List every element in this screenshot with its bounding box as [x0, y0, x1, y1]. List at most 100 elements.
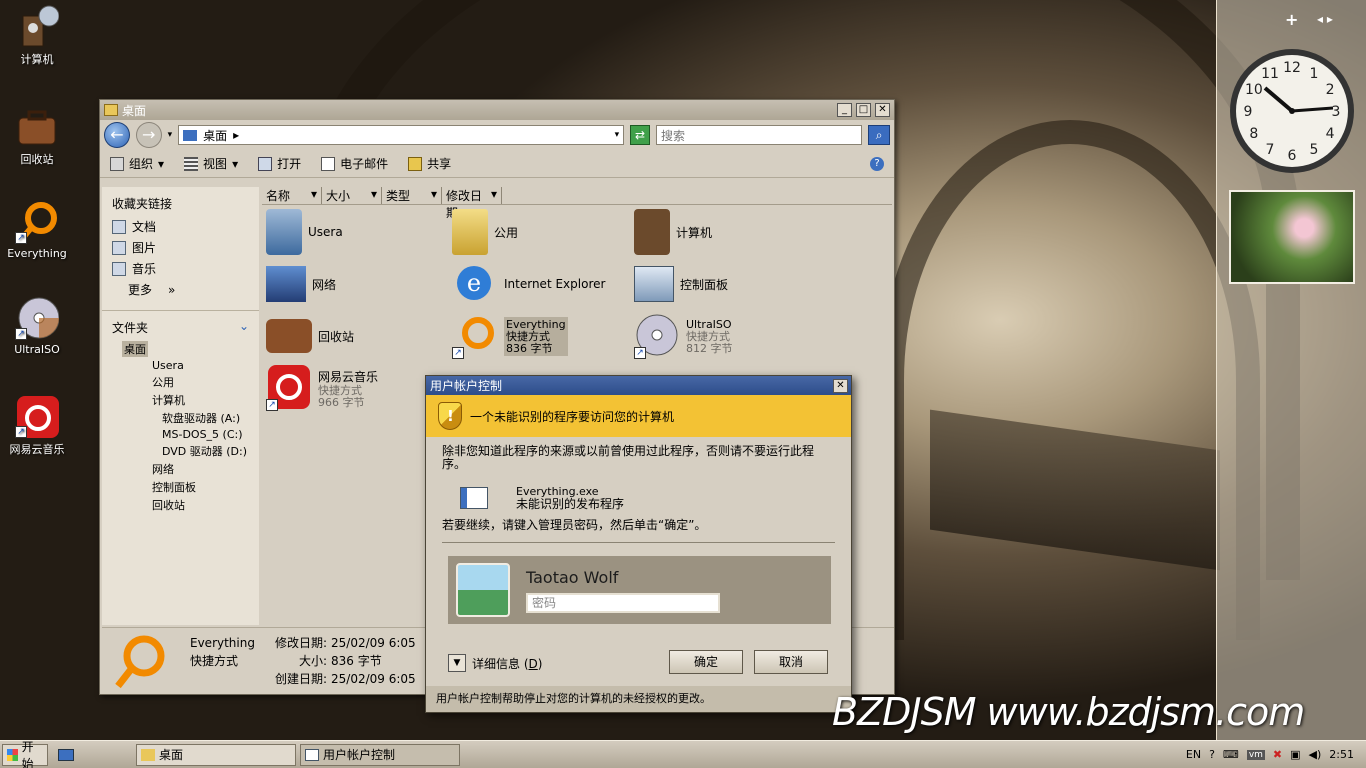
folders-header[interactable]: 文件夹 ⌄ [102, 310, 259, 340]
clock-numeral: 2 [1326, 82, 1335, 98]
security-icon[interactable]: ✖ [1273, 748, 1282, 761]
email-icon [321, 156, 336, 171]
uac-dialog[interactable]: 用户帐户控制 ✕ 一个未能识别的程序要访问您的计算机 除非您知道此程序的来源或以… [425, 375, 852, 713]
column-name[interactable]: 名称 ▾ [262, 187, 322, 204]
ok-button[interactable]: 确定 [669, 650, 743, 674]
volume-icon[interactable]: ◀) [1309, 748, 1322, 761]
network-icon [266, 266, 306, 302]
title-bar[interactable]: 桌面 _ □ ✕ [100, 100, 894, 120]
photo-gadget[interactable] [1229, 190, 1355, 284]
views-icon [184, 156, 199, 171]
column-size[interactable]: 大小 ▾ [322, 187, 382, 204]
folder-icon [141, 748, 155, 761]
desktop-icon-computer[interactable]: 计算机 [0, 4, 74, 67]
favorite-documents[interactable]: 文档 [102, 216, 259, 237]
uac-body: 除非您知道此程序的来源或以前曾使用过此程序，否则请不要运行此程序。 Everyt… [426, 437, 851, 551]
folder-tree: 桌面 Usera 公用 计算机 软盘驱动器 (A:) MS-DOS_5 (C:)… [102, 340, 259, 514]
minimize-button[interactable]: _ [837, 103, 852, 117]
views-button[interactable]: 视图 ▾ [184, 155, 238, 172]
network-icon[interactable]: ▣ [1290, 748, 1300, 761]
file-item-recycle-bin[interactable]: 回收站 [266, 312, 446, 360]
avatar [456, 563, 510, 617]
tree-item[interactable]: 控制面板 [102, 478, 259, 496]
open-button[interactable]: 打开 [258, 155, 301, 172]
maximize-button[interactable]: □ [856, 103, 871, 117]
clock-numeral: 11 [1261, 66, 1279, 82]
shield-warning-icon [438, 402, 462, 430]
language-indicator[interactable]: EN [1186, 748, 1201, 761]
shortcut-arrow-icon: ↗ [634, 347, 646, 359]
details-toggle[interactable]: ▼ 详细信息 (D) [448, 654, 542, 672]
desktop-icon-recycle-bin[interactable]: 回收站 [0, 104, 74, 167]
back-button[interactable]: ← [104, 122, 130, 148]
show-desktop-icon[interactable] [58, 748, 74, 761]
chevron-down-icon[interactable]: ▾ [615, 130, 620, 140]
file-item-ultraiso[interactable]: ↗ UltraISO 快捷方式 812 字节 [634, 312, 814, 360]
forward-button[interactable]: → [135, 122, 162, 148]
file-item-internet-explorer[interactable]: e Internet Explorer [452, 260, 632, 308]
sidebar-nav-icon[interactable]: ◂ ▸ [1317, 12, 1333, 26]
computer-icon [634, 209, 670, 255]
tree-item[interactable]: 桌面 [102, 340, 259, 358]
system-tray: EN ? ⌨ vm ✖ ▣ ◀) 2:51 [1186, 748, 1366, 761]
desktop-icon-netease-music[interactable]: ↗ 网易云音乐 [0, 394, 74, 457]
desktop-icon-everything[interactable]: ↗ Everything [0, 200, 74, 260]
add-gadget-icon[interactable]: + [1285, 10, 1298, 29]
help-icon[interactable]: ? [1209, 748, 1215, 761]
file-item-public[interactable]: 公用 [452, 208, 632, 256]
file-item-usera[interactable]: Usera [266, 208, 446, 256]
clock-numeral: 4 [1326, 126, 1335, 142]
file-item-netease-music[interactable]: ↗ 网易云音乐 快捷方式 966 字节 [266, 364, 446, 412]
file-item-computer[interactable]: 计算机 [634, 208, 814, 256]
shortcut-arrow-icon: ↗ [15, 328, 27, 340]
password-field[interactable]: 密码 [526, 592, 720, 613]
tree-item[interactable]: Usera [102, 358, 259, 373]
task-desktop[interactable]: 桌面 [136, 743, 296, 766]
column-type[interactable]: 类型 ▾ [382, 187, 442, 204]
column-modified[interactable]: 修改日期▾ [442, 187, 502, 220]
chevron-down-icon[interactable]: ▾ [168, 130, 173, 140]
email-button[interactable]: 电子邮件 [321, 155, 388, 172]
file-item-everything[interactable]: ↗ Everything 快捷方式 836 字节 [452, 312, 632, 360]
clock-numeral: 12 [1283, 60, 1301, 76]
favorite-more[interactable]: 更多» [102, 279, 259, 300]
close-button[interactable]: ✕ [875, 103, 890, 117]
uac-title-bar[interactable]: 用户帐户控制 ✕ [426, 376, 851, 395]
address-field[interactable]: 桌面 ▸ ▾ [178, 125, 625, 145]
task-uac[interactable]: 用户帐户控制 [300, 743, 460, 766]
internet-explorer-icon: e [452, 261, 498, 307]
chevron-down-icon: ▼ [448, 654, 466, 672]
favorite-pictures[interactable]: 图片 [102, 237, 259, 258]
search-icon[interactable]: ⌕ [868, 125, 890, 145]
search-input[interactable]: 搜索 [655, 125, 863, 145]
tree-item[interactable]: DVD 驱动器 (D:) [102, 442, 259, 460]
clock-gadget[interactable]: 12 12 3 45678 9 1011 [1227, 46, 1357, 176]
clock-numeral: 10 [1245, 82, 1263, 98]
clock-numeral: 9 [1244, 104, 1253, 120]
cancel-button[interactable]: 取消 [754, 650, 828, 674]
more-arrow: » [168, 282, 176, 297]
start-button[interactable]: 开始 [2, 740, 48, 768]
desktop-icon-ultraiso[interactable]: ↗ UltraISO [0, 296, 74, 356]
keyboard-icon[interactable]: ⌨ [1223, 748, 1239, 761]
tree-item[interactable]: MS-DOS_5 (C:) [102, 427, 259, 442]
clock-time[interactable]: 2:51 [1329, 748, 1354, 761]
favorite-music[interactable]: 音乐 [102, 258, 259, 279]
tree-item[interactable]: 软盘驱动器 (A:) [102, 409, 259, 427]
tree-item[interactable]: 公用 [102, 373, 259, 391]
tree-item[interactable]: 计算机 [102, 391, 259, 409]
refresh-button[interactable]: ⇄ [630, 125, 650, 145]
close-button[interactable]: ✕ [833, 378, 848, 393]
organize-button[interactable]: 组织 ▾ [110, 155, 164, 172]
help-icon[interactable]: ? [870, 156, 884, 171]
file-item-control-panel[interactable]: 控制面板 [634, 260, 814, 308]
address-bar-row: ← → ▾ 桌面 ▸ ▾ ⇄ 搜索 ⌕ [100, 120, 894, 150]
uac-footer: 用户帐户控制帮助停止对您的计算机的未经授权的更改。 [426, 686, 851, 712]
recycle-bin-icon [266, 319, 312, 353]
share-button[interactable]: 共享 [408, 155, 451, 172]
vmware-icon[interactable]: vm [1246, 749, 1265, 760]
tree-item[interactable]: 回收站 [102, 496, 259, 514]
program-icon [460, 487, 488, 509]
file-item-network[interactable]: 网络 [266, 260, 446, 308]
tree-item[interactable]: 网络 [102, 460, 259, 478]
